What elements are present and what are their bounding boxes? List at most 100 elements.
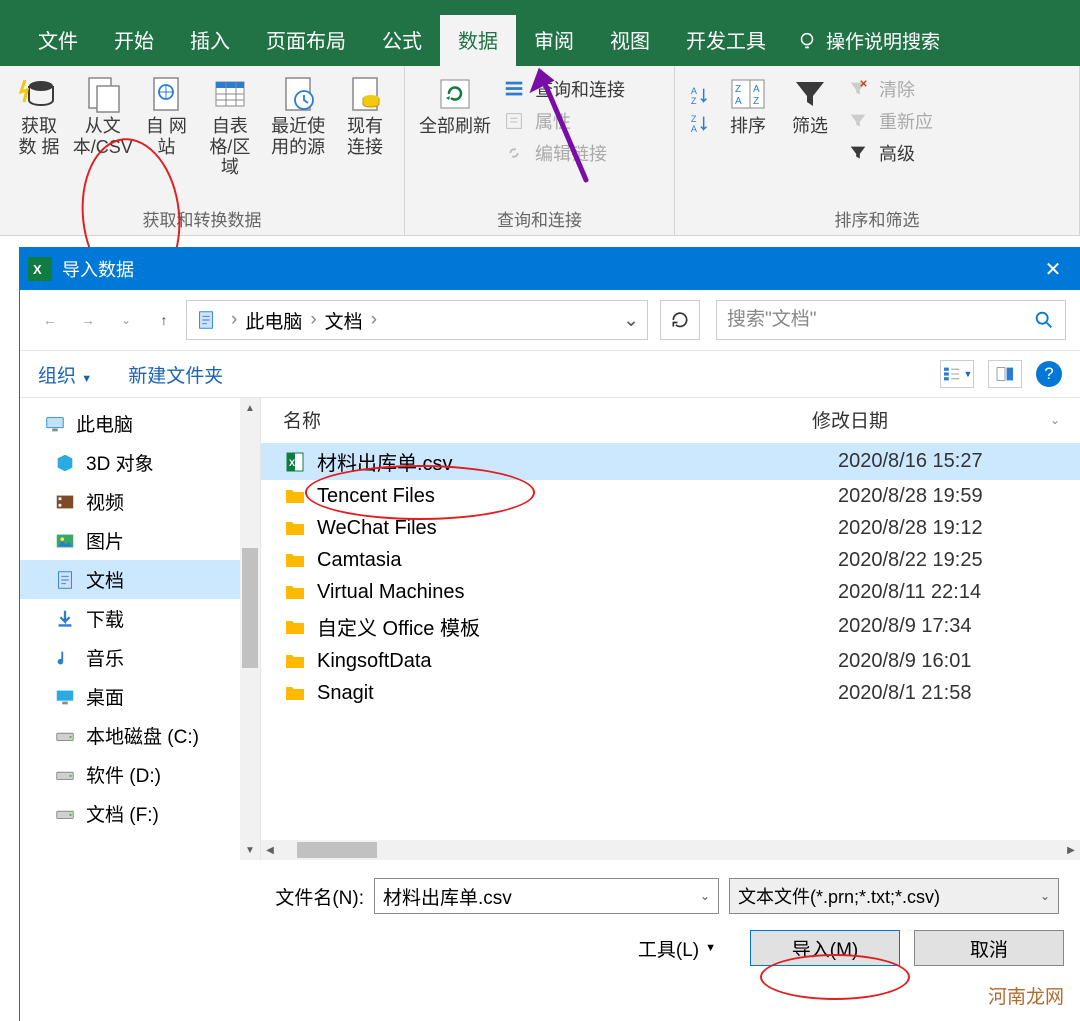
details-view-icon [942, 366, 962, 382]
scroll-thumb[interactable] [242, 548, 258, 668]
chevron-down-icon: ▼ [81, 373, 92, 385]
funnel-clear-icon [847, 78, 869, 100]
tree-item-此电脑[interactable]: 此电脑 [20, 404, 260, 443]
file-row[interactable]: X材料出库单.csv2020/8/16 15:27 [261, 443, 1080, 480]
tree-item-文档 (F:)[interactable]: 文档 (F:) [20, 794, 260, 833]
crumb-documents[interactable]: 文档 [325, 307, 363, 334]
from-table-button[interactable]: 自表 格/区域 [197, 70, 262, 178]
sort-asc-icon: AZ [689, 84, 711, 106]
organize-button[interactable]: 组织 ▼ [38, 361, 92, 388]
new-folder-button[interactable]: 新建文件夹 [128, 361, 223, 388]
refresh-all-button[interactable]: 全部刷新 [413, 70, 497, 172]
import-button[interactable]: 导入(M) [750, 930, 900, 966]
file-row[interactable]: 自定义 Office 模板2020/8/9 17:34 [261, 608, 1080, 645]
tree-item-文档[interactable]: 文档 [20, 560, 260, 599]
tree-item-视频[interactable]: 视频 [20, 482, 260, 521]
nav-up-button[interactable]: ↑ [148, 304, 180, 336]
tab-formula[interactable]: 公式 [364, 15, 440, 66]
chevron-down-icon[interactable]: ⌄ [1050, 413, 1060, 427]
get-data-button[interactable]: 获取数 据 [8, 70, 70, 178]
tab-data[interactable]: 数据 [440, 15, 516, 66]
column-name[interactable]: 名称 [283, 406, 812, 433]
nav-back-button[interactable]: ← [34, 304, 66, 336]
sort-asc-button[interactable]: AZ [689, 84, 711, 106]
preview-pane-button[interactable] [988, 360, 1022, 388]
tab-review[interactable]: 审阅 [516, 15, 592, 66]
file-list-header[interactable]: 名称 修改日期 ⌄ [261, 398, 1080, 443]
chevron-down-icon[interactable]: ⌄ [623, 309, 639, 332]
search-box[interactable] [716, 300, 1066, 340]
sort-button[interactable]: ZAAZ 排序 [717, 70, 779, 172]
properties-button[interactable]: 属性 [503, 108, 625, 134]
queries-connections-button[interactable]: 查询和连接 [503, 76, 625, 102]
tree-item-桌面[interactable]: 桌面 [20, 677, 260, 716]
filter-button[interactable]: 筛选 [779, 70, 841, 172]
tree-item-下载[interactable]: 下载 [20, 599, 260, 638]
refresh-button[interactable] [660, 300, 700, 340]
excel-icon: X [28, 257, 52, 281]
file-row[interactable]: Snagit2020/8/1 21:58 [261, 677, 1080, 709]
edit-links-button[interactable]: 编辑链接 [503, 140, 625, 166]
tab-dev[interactable]: 开发工具 [668, 15, 784, 66]
file-row[interactable]: Tencent Files2020/8/28 19:59 [261, 480, 1080, 512]
column-date[interactable]: 修改日期 [812, 406, 1042, 433]
tree-item-软件 (D:)[interactable]: 软件 (D:) [20, 755, 260, 794]
tree-item-图片[interactable]: 图片 [20, 521, 260, 560]
file-row[interactable]: Camtasia2020/8/22 19:25 [261, 544, 1080, 576]
dialog-titlebar[interactable]: X 导入数据 ✕ [20, 248, 1080, 290]
tell-me-search[interactable]: 操作说明搜索 [784, 17, 952, 66]
tree-item-3D 对象[interactable]: 3D 对象 [20, 443, 260, 482]
tell-me-label: 操作说明搜索 [826, 27, 940, 54]
file-row[interactable]: KingsoftData2020/8/9 16:01 [261, 645, 1080, 677]
file-row[interactable]: Virtual Machines2020/8/11 22:14 [261, 576, 1080, 608]
from-web-button[interactable]: 自 网站 [135, 70, 197, 178]
file-row[interactable]: WeChat Files2020/8/28 19:12 [261, 512, 1080, 544]
search-icon [1033, 309, 1055, 331]
tab-layout[interactable]: 页面布局 [248, 15, 364, 66]
filename-input[interactable]: 材料出库单.csv ⌄ [374, 878, 719, 914]
tab-insert[interactable]: 插入 [172, 15, 248, 66]
reapply-button[interactable]: 重新应 [847, 108, 933, 134]
nav-recent-button[interactable]: ⌄ [110, 304, 142, 336]
view-mode-button[interactable]: ▼ [940, 360, 974, 388]
scroll-up-icon[interactable]: ▲ [240, 400, 260, 416]
svg-text:A: A [691, 124, 698, 134]
link-icon [503, 142, 525, 164]
nav-forward-button[interactable]: → [72, 304, 104, 336]
existing-conn-button[interactable]: 现有 连接 [334, 70, 396, 178]
table-icon [210, 74, 250, 114]
scroll-down-icon[interactable]: ▼ [240, 842, 260, 858]
crumb-this-pc[interactable]: 此电脑 [245, 307, 302, 334]
recent-sources-button[interactable]: 最近使 用的源 [262, 70, 334, 178]
scroll-thumb[interactable] [297, 842, 377, 858]
chevron-down-icon[interactable]: ⌄ [700, 889, 710, 903]
tab-file[interactable]: 文件 [20, 15, 96, 66]
help-button[interactable]: ? [1036, 361, 1062, 387]
breadcrumb-bar[interactable]: › 此电脑 › 文档 › ⌄ [186, 300, 648, 340]
properties-icon [503, 110, 525, 132]
cancel-button[interactable]: 取消 [914, 930, 1064, 966]
close-button[interactable]: ✕ [1034, 257, 1072, 282]
search-input[interactable] [727, 309, 1033, 331]
ribbon-group-sort-filter: AZ ZA ZAAZ 排序 筛选 清除 重新应 高级 排序和筛选 [675, 66, 1080, 235]
tools-dropdown[interactable]: 工具(L) ▼ [638, 935, 716, 962]
tab-view[interactable]: 视图 [592, 15, 668, 66]
sort-desc-button[interactable]: ZA [689, 112, 711, 134]
clear-filter-button[interactable]: 清除 [847, 76, 933, 102]
tree-scrollbar[interactable]: ▲ ▼ [240, 398, 260, 860]
horizontal-scrollbar[interactable]: ◀ ▶ [261, 840, 1080, 860]
refresh-all-label: 全部刷新 [419, 116, 491, 137]
filetype-dropdown[interactable]: 文本文件(*.prn;*.txt;*.csv) ⌄ [729, 878, 1059, 914]
tree-item-音乐[interactable]: 音乐 [20, 638, 260, 677]
from-text-csv-button[interactable]: 从文 本/CSV [70, 70, 135, 178]
svg-text:Z: Z [753, 96, 759, 107]
tree-item-本地磁盘 (C:)[interactable]: 本地磁盘 (C:) [20, 716, 260, 755]
scroll-right-icon[interactable]: ▶ [1062, 845, 1080, 856]
tab-home[interactable]: 开始 [96, 15, 172, 66]
svg-text:X: X [289, 458, 295, 468]
from-table-label: 自表 格/区域 [203, 116, 256, 178]
scroll-left-icon[interactable]: ◀ [261, 845, 279, 856]
list-icon [503, 78, 525, 100]
chevron-right-icon: › [367, 309, 381, 331]
advanced-filter-button[interactable]: 高级 [847, 140, 933, 166]
